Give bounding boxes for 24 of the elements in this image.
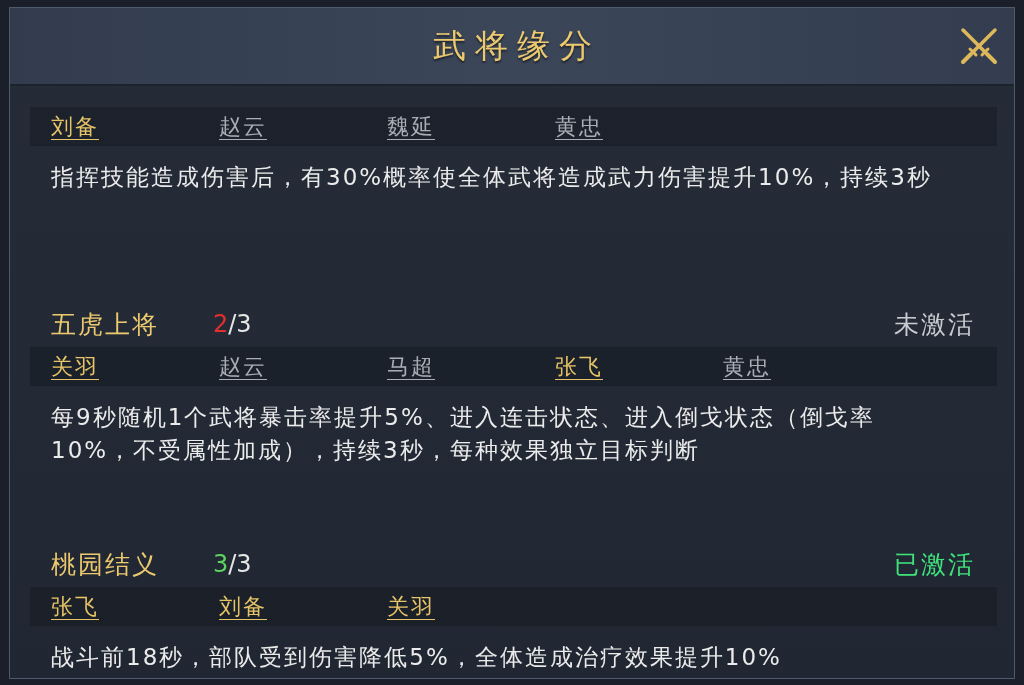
crossed-swords-icon bbox=[960, 27, 998, 65]
bond-name: 五虎上将 bbox=[51, 308, 160, 341]
hero-link[interactable]: 黄忠 bbox=[723, 351, 771, 382]
progress-count: 2/3 bbox=[213, 310, 252, 338]
bond-description: 每9秒随机1个武将暴击率提升5%、进入连击状态、进入倒戈状态（倒戈率10%，不受属性加成），持续3秒，每种效果独立目标判断 bbox=[50, 403, 876, 465]
hero-link[interactable]: 黄忠 bbox=[555, 111, 603, 142]
hero-link[interactable]: 张飞 bbox=[51, 591, 99, 622]
hero-link[interactable]: 马超 bbox=[387, 351, 435, 382]
hero-link[interactable]: 魏延 bbox=[387, 111, 435, 142]
hero-link[interactable]: 赵云 bbox=[219, 351, 267, 382]
progress-count: 3/3 bbox=[213, 550, 252, 578]
hero-link[interactable]: 关羽 bbox=[387, 591, 435, 622]
bond-description: 战斗前18秒，部队受到伤害降低5%，全体造成治疗效果提升10% bbox=[50, 643, 783, 672]
bond-description: 指挥技能造成伤害后，有30%概率使全体武将造成武力伤害提升10%，持续3秒 bbox=[50, 163, 933, 192]
hero-link[interactable]: 关羽 bbox=[51, 351, 99, 382]
status-label: 已激活 bbox=[894, 548, 975, 581]
hero-link[interactable]: 张飞 bbox=[555, 351, 603, 382]
close-button[interactable] bbox=[959, 26, 999, 66]
hero-link[interactable]: 刘备 bbox=[51, 111, 99, 142]
hero-link[interactable]: 刘备 bbox=[219, 591, 267, 622]
bond-name: 桃园结义 bbox=[51, 548, 160, 581]
hero-link[interactable]: 赵云 bbox=[219, 111, 267, 142]
status-label: 未激活 bbox=[894, 308, 975, 341]
dialog-title: 武将缘分 bbox=[431, 24, 601, 67]
